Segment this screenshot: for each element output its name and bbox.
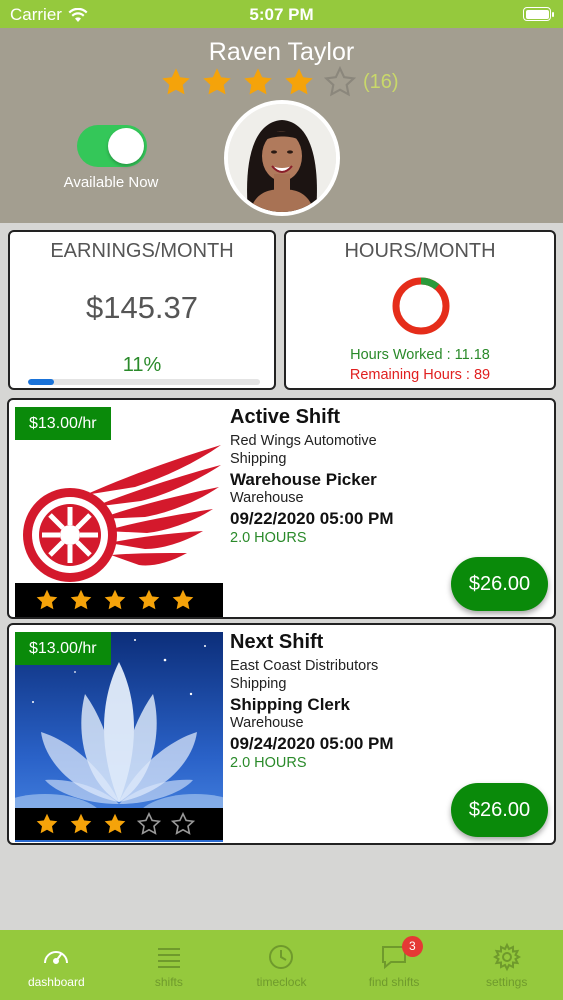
shift-department: Shipping [230,676,287,692]
tab-timeclock[interactable]: timeclock [225,930,338,1000]
star-empty-icon [171,812,195,835]
earnings-percent: 11% [122,354,162,376]
star-filled-icon [104,813,126,834]
shift-datetime: 09/24/2020 05:00 PM [230,734,394,753]
earnings-value: $145.37 [85,290,199,325]
tab-shifts[interactable]: shifts [113,930,226,1000]
tab-label: find shifts [368,975,420,989]
avatar[interactable] [224,100,340,216]
rating-count: (16) [363,70,399,93]
shift-image-red-wings: $13.00/hr [15,407,223,617]
star-filled-icon [70,813,92,834]
tab-label: shifts [154,975,183,989]
hours-title: HOURS/MONTH [344,240,496,262]
shift-pay-button[interactable]: $26.00 [451,557,548,611]
star-filled-icon [203,68,231,95]
tab-label: settings [485,975,528,989]
hours-card[interactable]: HOURS/MONTH Hours Worked : 11.18 Remaini… [284,230,556,390]
availability-label: Available Now [63,174,159,191]
clock-time: 5:07 PM [249,5,314,24]
tab-bar: dashboard shifts timeclock find shifts 3… [0,930,563,1000]
shift-heading: Active Shift [230,406,341,428]
hourly-rate-badge: $13.00/hr [15,632,111,665]
hourly-rate-badge: $13.00/hr [15,407,111,440]
tab-label: timeclock [256,975,307,989]
hours-donut-chart [392,277,450,335]
earnings-card[interactable]: EARNINGS/MONTH $145.37 11% [8,230,276,390]
shift-company: Red Wings Automotive [230,433,377,449]
shift-pay-button[interactable]: $26.00 [451,783,548,837]
shift-duration: 2.0 HOURS [230,755,307,771]
active-shift-card[interactable]: $13.00/hr Active Shift Red Wings Automot… [7,398,556,619]
speedometer-icon [44,951,69,964]
star-filled-icon [70,589,92,610]
availability-toggle[interactable] [77,125,147,167]
shift-duration: 2.0 HOURS [230,530,307,546]
shift-department: Shipping [230,451,287,467]
user-name: Raven Taylor [208,38,355,66]
status-bar: Carrier 5:07 PM [0,0,563,28]
star-empty-icon [137,812,161,835]
shift-position: Warehouse Picker [230,470,377,489]
shift-image-lotus: $13.00/hr [15,632,223,842]
notification-badge: 3 [401,936,423,957]
star-filled-icon [162,68,190,95]
star-filled-icon [104,589,126,610]
shift-datetime: 09/22/2020 05:00 PM [230,509,394,528]
battery-icon [523,7,554,21]
earnings-title: EARNINGS/MONTH [50,240,234,262]
list-icon [157,948,180,968]
profile-header: Raven Taylor (16) Available Now [0,28,563,223]
tab-label: dashboard [27,975,85,989]
star-empty-icon [324,66,356,97]
user-rating: (16) [160,66,399,98]
star-filled-icon [244,68,272,95]
star-filled-icon [36,589,58,610]
next-shift-card[interactable]: $13.00/hr Next Shift East Coast Distribu… [7,623,556,845]
star-filled-icon [138,589,160,610]
shift-star-rating [15,583,223,617]
earnings-progress-fill [28,379,54,385]
tab-find-shifts[interactable]: find shifts 3 [338,930,451,1000]
clock-icon [269,945,294,969]
tab-dashboard[interactable]: dashboard [0,930,113,1000]
tab-settings[interactable]: settings [450,930,563,1000]
star-filled-icon [285,68,313,95]
shift-star-rating [15,808,223,842]
earnings-progress-bar [28,379,260,385]
shift-position: Shipping Clerk [230,695,350,714]
shift-location: Warehouse [230,490,304,506]
hours-worked: Hours Worked : 11.18 [350,347,490,363]
shift-heading: Next Shift [230,631,324,653]
user-photo [228,104,336,212]
star-filled-icon [36,813,58,834]
hours-remaining: Remaining Hours : 89 [349,367,491,383]
shift-company: East Coast Distributors [230,658,379,674]
star-filled-icon [172,589,194,610]
shift-location: Warehouse [230,715,304,731]
gear-icon [492,942,521,972]
